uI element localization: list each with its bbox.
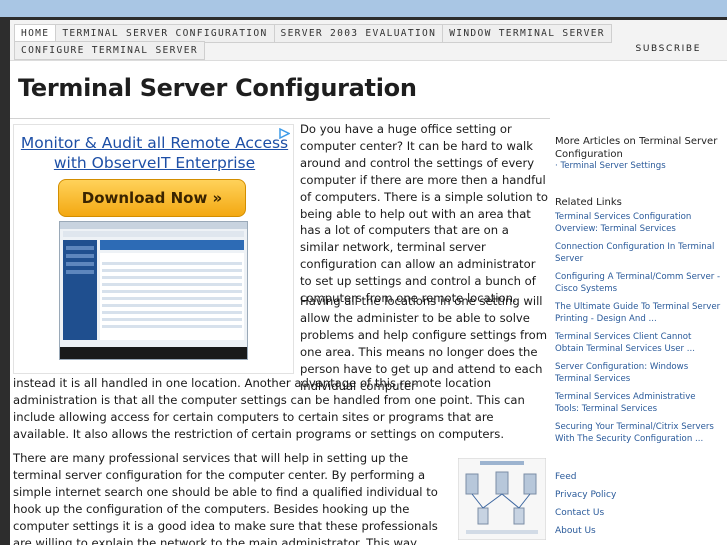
ad-headline-line1[interactable]: Monitor & Audit all Remote Access — [14, 133, 295, 153]
ad-headline[interactable]: Monitor & Audit all Remote Access with O… — [14, 133, 295, 173]
ad-headline-line2[interactable]: with ObserveIT Enterprise — [14, 153, 295, 173]
more-articles-link[interactable]: · Terminal Server Settings — [555, 160, 721, 172]
related-link-5[interactable]: Terminal Services Client Cannot Obtain T… — [555, 331, 721, 355]
title-divider — [10, 118, 550, 119]
nav-server-2003-evaluation[interactable]: SERVER 2003 EVALUATION — [274, 24, 444, 43]
more-articles-heading: More Articles on Terminal Server Configu… — [555, 136, 718, 160]
subscribe-link[interactable]: SUBSCRIBE — [636, 44, 701, 54]
article-paragraph-3: instead it is all handled in one locatio… — [13, 376, 525, 441]
related-link-8[interactable]: Securing Your Terminal/Citrix Servers Wi… — [555, 421, 721, 445]
nav-row-2: CONFIGURE TERMINAL SERVER — [14, 41, 205, 60]
footer-link-privacy-policy[interactable]: Privacy Policy — [555, 489, 721, 501]
article-paragraph-1: Do you have a huge office setting or com… — [300, 122, 549, 306]
footer-link-contact-us[interactable]: Contact Us — [555, 507, 721, 519]
footer-link-about-us[interactable]: About Us — [555, 525, 721, 537]
related-link-7[interactable]: Terminal Services Administrative Tools: … — [555, 391, 721, 415]
footer-link-feed[interactable]: Feed — [555, 471, 721, 483]
page-title: Terminal Server Configuration — [18, 74, 417, 102]
advertisement[interactable]: Monitor & Audit all Remote Access with O… — [13, 124, 294, 374]
related-link-4[interactable]: The Ultimate Guide To Terminal Server Pr… — [555, 301, 721, 325]
download-now-button[interactable]: Download Now » — [58, 179, 246, 217]
related-link-2[interactable]: Connection Configuration In Terminal Ser… — [555, 241, 721, 265]
related-link-3[interactable]: Configuring A Terminal/Comm Server - Cis… — [555, 271, 721, 295]
browser-top-band — [0, 0, 727, 17]
main-navigation: HOME TERMINAL SERVER CONFIGURATION SERVE… — [10, 20, 727, 61]
product-screenshot-icon[interactable] — [59, 221, 248, 360]
related-link-6[interactable]: Server Configuration: Windows Terminal S… — [555, 361, 721, 385]
nav-configure-terminal-server[interactable]: CONFIGURE TERMINAL SERVER — [14, 41, 205, 60]
related-link-1[interactable]: Terminal Services Configuration Overview… — [555, 211, 721, 235]
related-links-heading: Related Links — [555, 197, 622, 208]
network-diagram-icon — [458, 458, 546, 540]
page: HOME TERMINAL SERVER CONFIGURATION SERVE… — [10, 20, 727, 545]
nav-window-terminal-server[interactable]: WINDOW TERMINAL SERVER — [443, 24, 612, 43]
article-paragraph-4: There are many professional services tha… — [13, 451, 438, 545]
